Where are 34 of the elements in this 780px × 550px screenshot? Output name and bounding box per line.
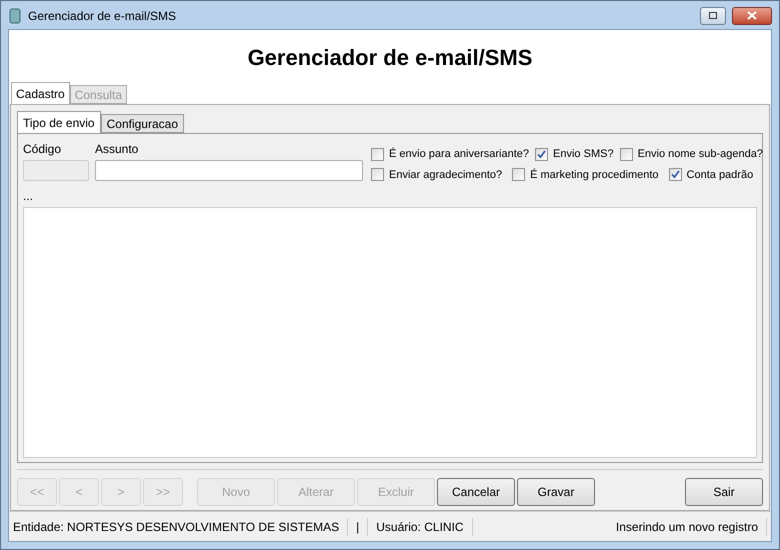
checkbox-label: Envio SMS? <box>553 147 614 162</box>
checkbox-label: É marketing procedimento <box>530 168 659 182</box>
restore-button[interactable] <box>700 6 726 24</box>
field-label: Assunto <box>95 141 140 158</box>
subject-field[interactable] <box>95 160 363 181</box>
checkbox[interactable] <box>371 148 384 161</box>
checkbox[interactable] <box>668 168 682 182</box>
memo-field[interactable] <box>23 207 757 458</box>
page-heading: Gerenciador de e-mail/SMS <box>248 44 532 72</box>
status-separator: | <box>356 520 360 534</box>
field-label: Código <box>23 141 62 158</box>
app-icon <box>8 8 22 24</box>
close-icon <box>747 11 757 20</box>
checkbox-label: Conta padrão <box>686 168 754 182</box>
restore-icon <box>709 12 717 19</box>
checkbox-label: É envio para aniversariante? <box>389 146 530 162</box>
toolbar-button[interactable]: Gravar <box>517 478 595 506</box>
tab[interactable]: Tipo de envio <box>17 111 101 133</box>
memo-label: ... <box>23 188 34 205</box>
toolbar-button[interactable]: Cancelar <box>437 478 515 506</box>
window-title: Gerenciador de e-mail/SMS <box>28 8 176 24</box>
status-user: Usuário: CLINIC <box>368 518 473 536</box>
checkbox[interactable] <box>512 168 526 182</box>
status-message: Inserindo um novo registro <box>608 518 767 536</box>
close-button[interactable] <box>732 6 772 24</box>
status-entity: Entidade: NORTESYS DESENVOLVIMENTO DE SISTEMAS <box>13 518 348 536</box>
tab[interactable]: Configuracao <box>100 114 184 133</box>
checkbox[interactable] <box>535 148 548 161</box>
toolbar-button[interactable]: Sair <box>685 478 763 506</box>
checkbox-label: Enviar agradecimento? <box>389 168 502 182</box>
checkbox-label: Envio nome sub-agenda? <box>638 147 763 162</box>
checkbox[interactable] <box>371 168 384 182</box>
tab[interactable]: Cadastro <box>11 82 70 104</box>
checkbox[interactable] <box>620 148 633 161</box>
